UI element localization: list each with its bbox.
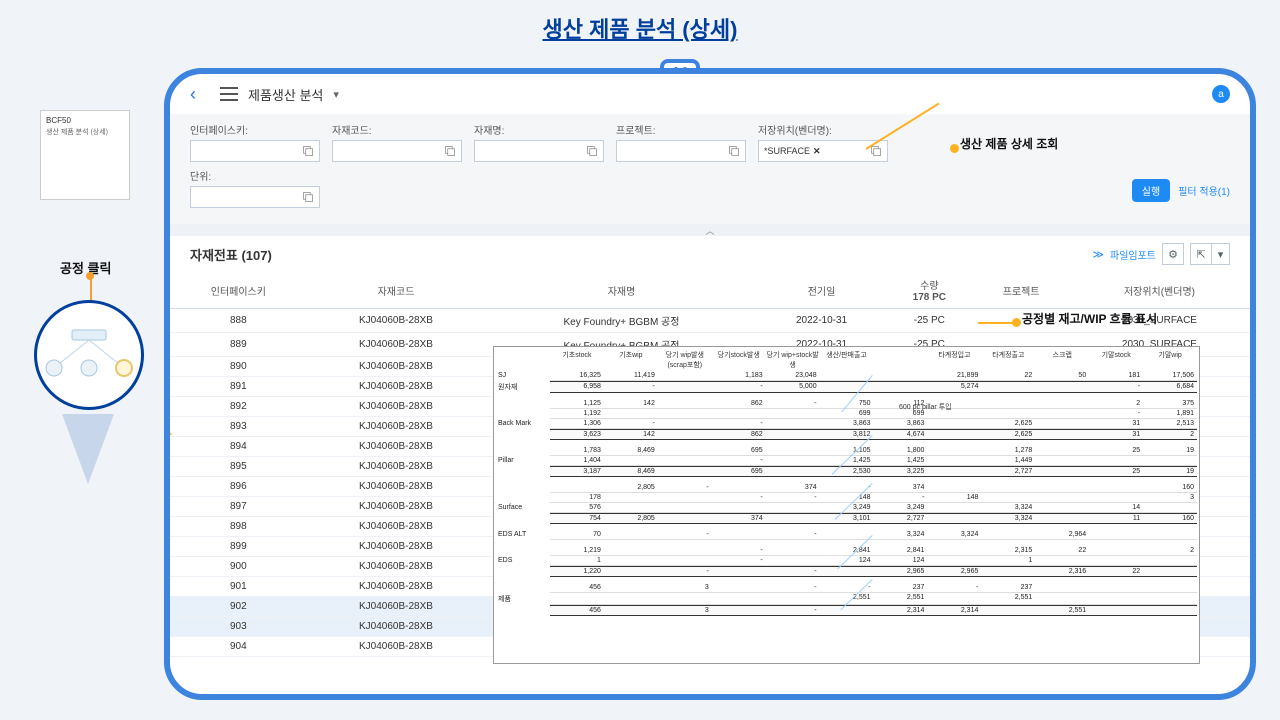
back-button[interactable]: ‹ (190, 84, 210, 104)
valuehelp-icon[interactable] (586, 145, 598, 157)
flow-col-header: 당기 wip발생(scrap포함) (658, 349, 712, 371)
col-posting-date[interactable]: 전기일 (758, 272, 886, 309)
flow-section-label (496, 493, 550, 503)
collapse-filter-button[interactable]: ︿ (170, 224, 1250, 236)
callout-line (90, 278, 92, 302)
col-material-name[interactable]: 자재명 (485, 272, 757, 309)
settings-icon[interactable]: ⚙ (1162, 243, 1184, 265)
flow-section-label: 원자재 (496, 381, 550, 393)
interface-key-input[interactable] (190, 140, 320, 162)
menu-icon[interactable] (220, 87, 238, 101)
col-interface-key[interactable]: 인터페이스키 (170, 272, 307, 309)
col-project[interactable]: 프로젝트 (973, 272, 1069, 309)
avatar[interactable]: a (1212, 85, 1230, 103)
file-import-link[interactable]: 파일임포트 (1110, 247, 1156, 262)
valuehelp-icon[interactable] (302, 191, 314, 203)
filter-label-interface: 인터페이스키: (190, 122, 320, 137)
project-input[interactable] (616, 140, 746, 162)
flow-section-label: 제품 (496, 593, 550, 605)
flow-section-label: EDS ALT (496, 530, 550, 540)
flow-section-label: Back Mark (496, 419, 550, 429)
page-title: 생산 제품 분석 (상세) (0, 0, 1280, 50)
flow-col-header: 기초wip (604, 349, 658, 371)
thumbnail-card[interactable]: BCF50 생산 제품 분석 (상세) (40, 110, 130, 200)
export-dropdown-icon[interactable]: ▾ (1212, 243, 1230, 265)
flow-section-label (496, 429, 550, 440)
material-name-input[interactable] (474, 140, 604, 162)
flow-section-label (496, 583, 550, 593)
callout-detail-view: 생산 제품 상세 조회 (960, 135, 1058, 152)
flow-col-header: 기말stock (1089, 349, 1143, 371)
col-quantity[interactable]: 수량 178 PC (885, 272, 973, 309)
filter-token-surface[interactable]: *SURFACE✕ (764, 146, 821, 157)
callout-line (978, 322, 1014, 324)
flow-col-header: 당기 wip+stock발생 (766, 349, 820, 371)
flow-col-header: 타계정입고 (927, 349, 981, 371)
flow-section-label: Pillar (496, 456, 550, 466)
flow-col-header: 타계정출고 (981, 349, 1035, 371)
flow-col-header: 당기stock발생 (712, 349, 766, 371)
unit-input[interactable] (190, 186, 320, 208)
flow-section-label (496, 466, 550, 477)
thumbnail-code: BCF50 (46, 116, 124, 125)
flow-section-label: EDS (496, 556, 550, 566)
filter-adapt-link[interactable]: 필터 적용(1) (1178, 183, 1230, 198)
down-arrow-decor (62, 414, 114, 484)
process-circle-thumb (34, 300, 144, 410)
valuehelp-icon[interactable] (870, 145, 882, 157)
flow-section-label (496, 483, 550, 493)
valuehelp-icon[interactable] (728, 145, 740, 157)
flow-col-header: 기말wip (1143, 349, 1197, 371)
flow-table-panel: 기초stock기초wip당기 wip발생(scrap포함)당기stock발생당기… (493, 346, 1200, 664)
flow-section-label (496, 399, 550, 409)
list-title: 자재전표 (107) (190, 245, 272, 264)
topbar: ‹ 제품생산 분석 ▾ a (170, 74, 1250, 114)
callout-flow-display: 공정별 재고/WIP 흐름 표시 (1022, 310, 1157, 327)
flow-section-label (496, 566, 550, 577)
flow-col-header: 기초stock (550, 349, 604, 371)
filter-label-matcode: 자재코드: (332, 122, 462, 137)
filter-label-unit: 단위: (190, 168, 320, 183)
flow-section-label (496, 513, 550, 524)
go-button[interactable]: 실행 (1132, 179, 1170, 202)
col-material-code[interactable]: 자재코드 (307, 272, 486, 309)
col-storage-loc[interactable]: 저장위치(벤더명) (1069, 272, 1250, 309)
breadcrumb-title[interactable]: 제품생산 분석 (248, 85, 323, 104)
valuehelp-icon[interactable] (302, 145, 314, 157)
flow-section-label (496, 605, 550, 616)
list-header: 자재전표 (107) ≫ 파일임포트 ⚙ ⇱ ▾ (170, 236, 1250, 272)
flow-section-label (496, 409, 550, 419)
filter-label-project: 프로젝트: (616, 122, 746, 137)
flow-col-header: 스크랩 (1035, 349, 1089, 371)
storage-location-input[interactable]: *SURFACE✕ (758, 140, 888, 162)
flow-section-label (496, 446, 550, 456)
callout-dot (1012, 318, 1021, 327)
material-code-input[interactable] (332, 140, 462, 162)
filter-label-matname: 자재명: (474, 122, 604, 137)
filter-label-storage: 저장위치(벤더명): (758, 122, 888, 137)
callout-dot (950, 144, 959, 153)
flow-section-label: Surface (496, 503, 550, 513)
flow-section-label: SJ (496, 371, 550, 381)
filter-bar: 인터페이스키: 자재코드: 자재명: 프로젝트: 저장위치(벤더명): *SUR… (170, 114, 1250, 224)
yellow-arrow-marker (164, 414, 172, 454)
remove-token-icon[interactable]: ✕ (813, 146, 821, 157)
chevron-down-icon[interactable]: ▾ (333, 88, 339, 101)
export-icon[interactable]: ⇱ (1190, 243, 1212, 265)
flow-section-label (496, 546, 550, 556)
flow-col-header: 생산/판매출고 (820, 349, 874, 371)
valuehelp-icon[interactable] (444, 145, 456, 157)
thumbnail-title: 생산 제품 분석 (상세) (46, 127, 124, 137)
flow-col-header (874, 349, 928, 371)
flow-note-pillar: 600 pc pillar 투입 (899, 402, 952, 412)
